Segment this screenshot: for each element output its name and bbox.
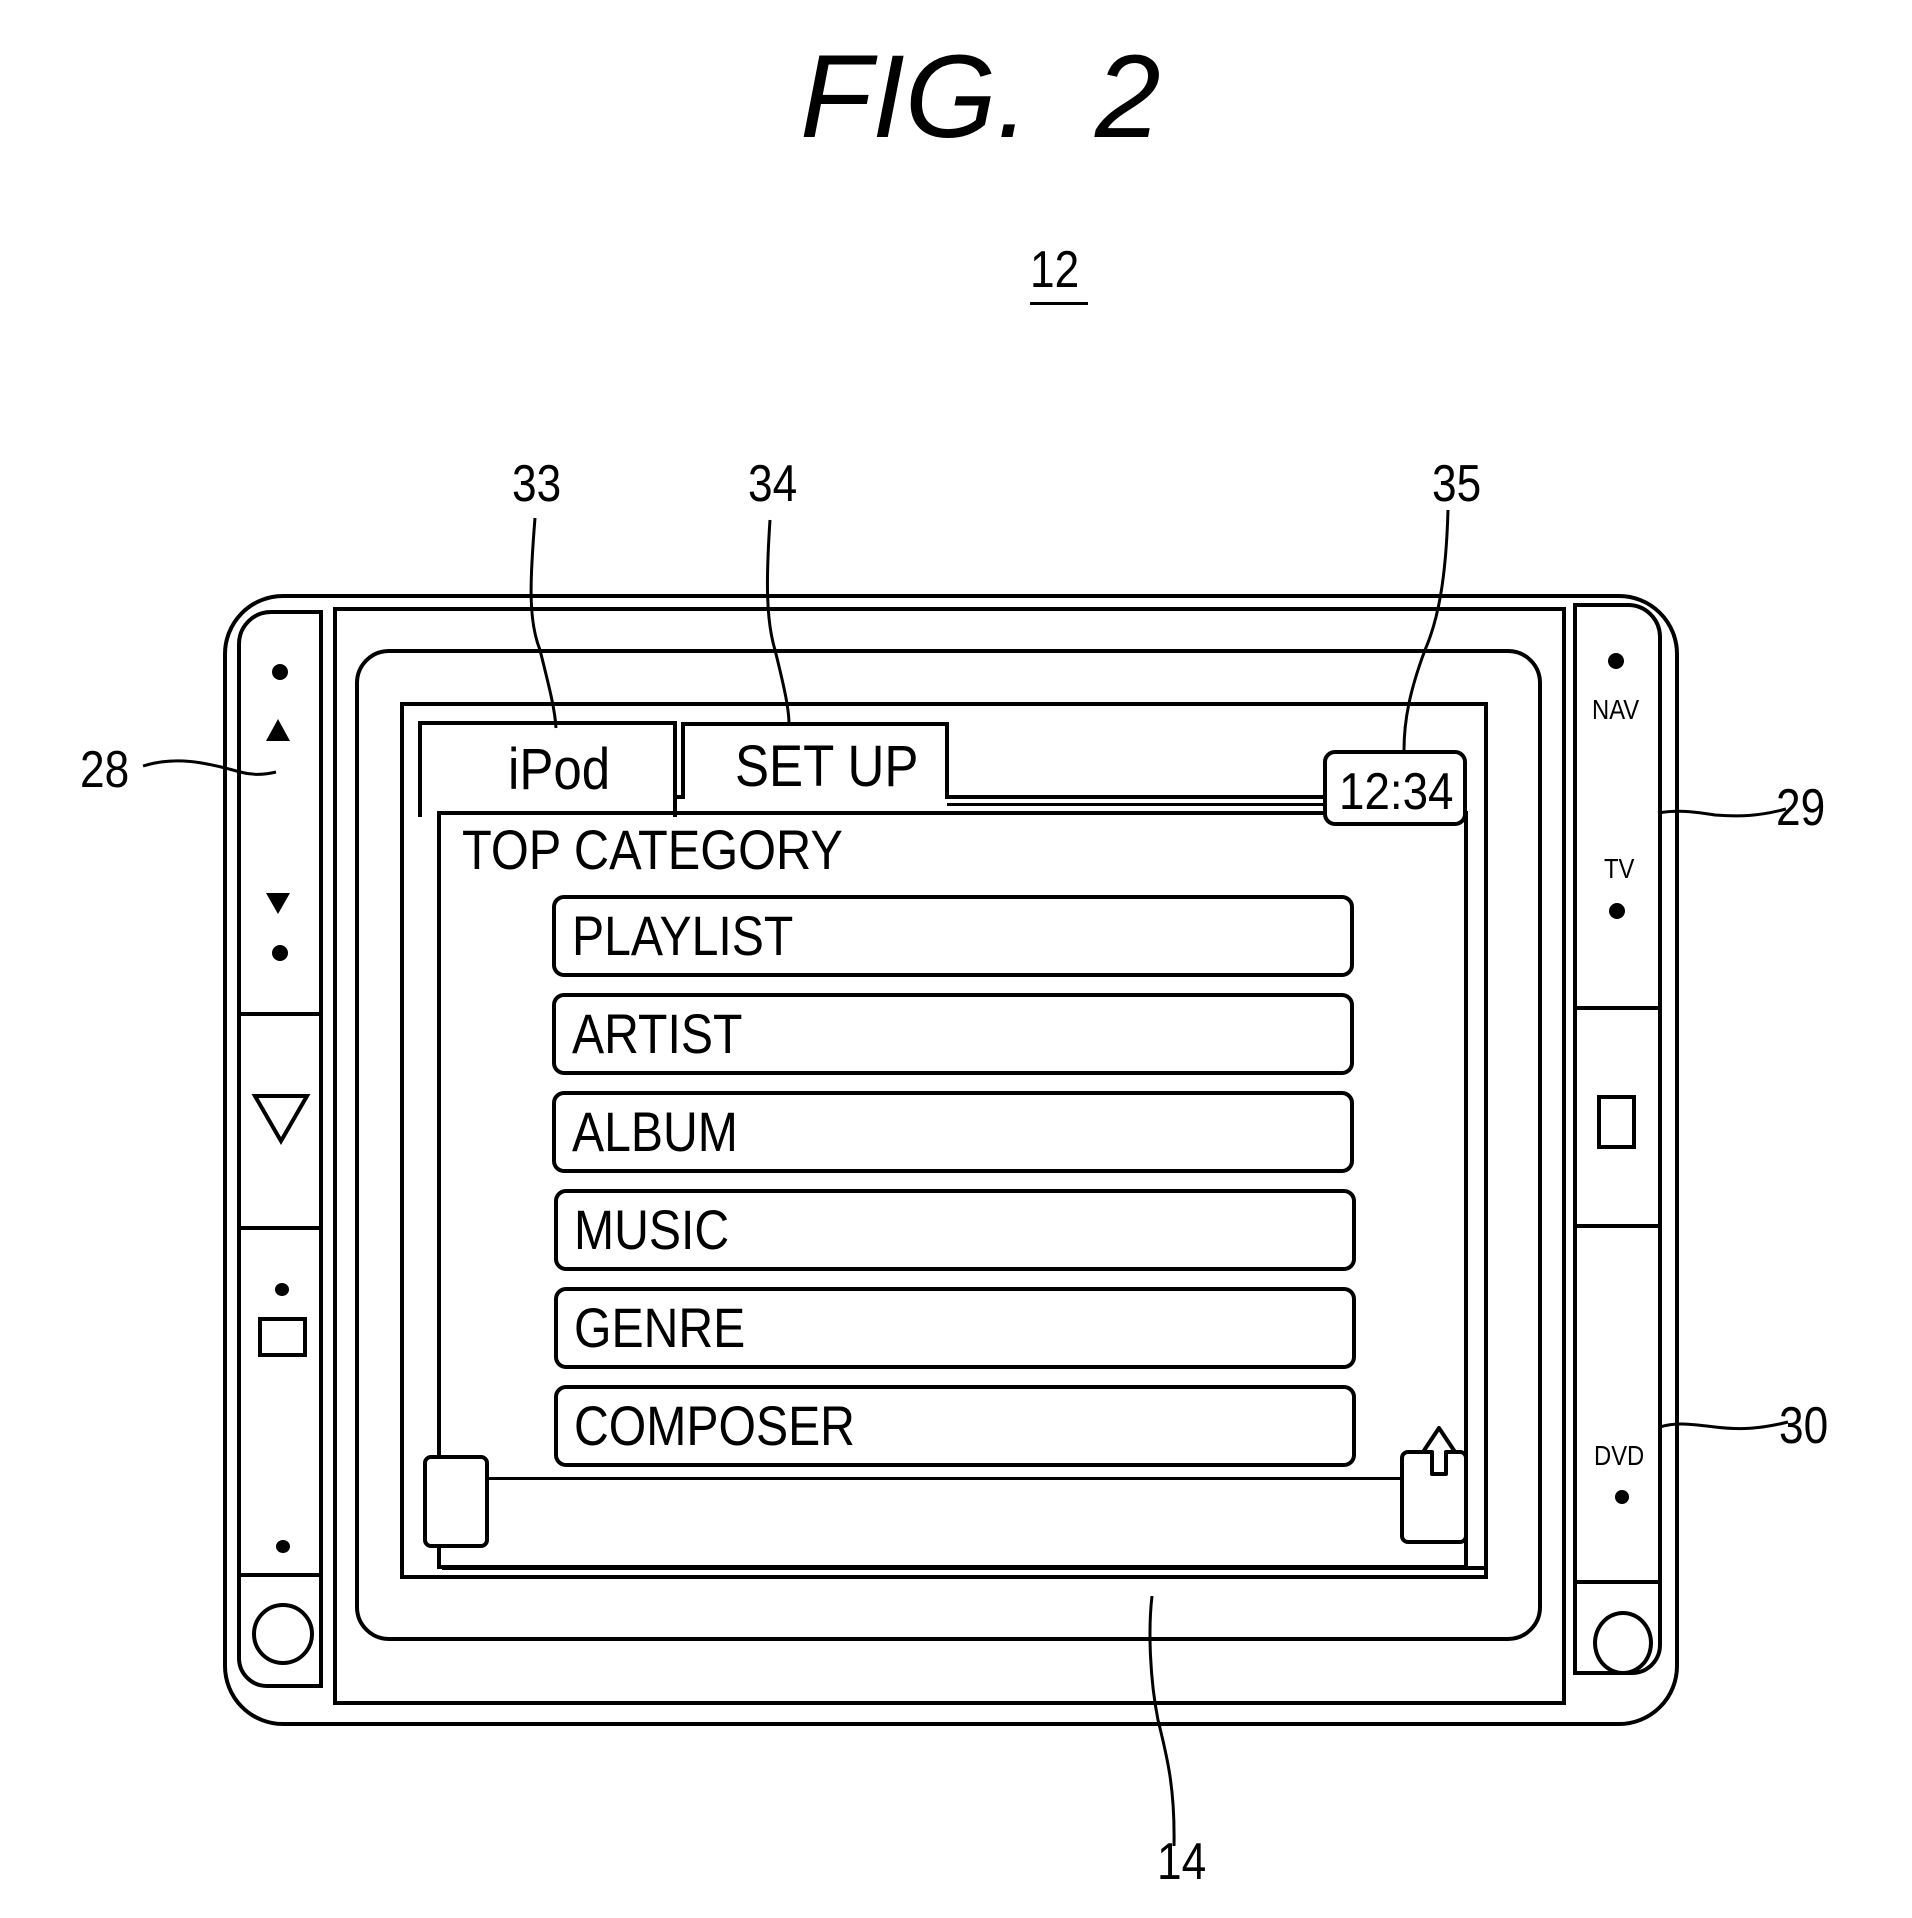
device-reference-number: 12 xyxy=(1030,241,1080,299)
clock-display: 12:34 xyxy=(1323,750,1467,826)
ref-label-35: 35 xyxy=(1432,458,1490,510)
square-icon xyxy=(258,1317,307,1357)
ref-label-30: 30 xyxy=(1779,1400,1837,1452)
ref-label-34-text: 34 xyxy=(748,455,798,513)
nav-tv-switch[interactable] xyxy=(1577,610,1657,1006)
tab-ipod[interactable]: iPod xyxy=(418,721,677,817)
indicator-dot-icon xyxy=(275,1283,289,1296)
menu-item-artist[interactable]: ARTIST xyxy=(552,993,1354,1075)
scroll-track xyxy=(488,1477,1400,1480)
dvd-label: DVD xyxy=(1594,1442,1653,1470)
indicator-dot-icon xyxy=(1615,1490,1629,1504)
content-heading: TOP CATEGORY xyxy=(462,822,900,878)
leader-line-30 xyxy=(1659,1420,1789,1431)
dvd-label-text: DVD xyxy=(1594,1440,1645,1471)
indicator-dot-icon xyxy=(1609,903,1625,919)
device-reference-label: 12 xyxy=(1030,244,1088,305)
menu-item-label: ALBUM xyxy=(572,1100,738,1163)
ref-label-35-text: 35 xyxy=(1432,455,1482,513)
menu-item-playlist[interactable]: PLAYLIST xyxy=(552,895,1354,977)
menu-item-composer[interactable]: COMPOSER xyxy=(554,1385,1356,1467)
right-panel-divider-3 xyxy=(1576,1580,1660,1584)
ref-label-30-text: 30 xyxy=(1779,1397,1829,1455)
rectangle-icon xyxy=(1597,1095,1636,1149)
menu-item-genre[interactable]: GENRE xyxy=(554,1287,1356,1369)
tab-ipod-label: iPod xyxy=(508,737,611,802)
clock-time: 12:34 xyxy=(1339,763,1454,821)
menu-item-label: COMPOSER xyxy=(574,1394,855,1457)
ref-label-34: 34 xyxy=(748,458,806,510)
left-down-button[interactable] xyxy=(241,1016,319,1226)
figure-title-text: FIG. 2 xyxy=(800,31,1161,163)
right-knob[interactable] xyxy=(1593,1611,1653,1675)
indicator-dot-icon xyxy=(272,664,288,680)
dvd-switch[interactable] xyxy=(1577,1228,1657,1580)
menu-item-music[interactable]: MUSIC xyxy=(554,1189,1356,1271)
ref-label-14: 14 xyxy=(1157,1836,1215,1888)
nav-label: NAV xyxy=(1592,696,1648,724)
ref-label-33: 33 xyxy=(512,458,570,510)
scroll-left-button[interactable] xyxy=(423,1455,489,1548)
tab-setup-left-edge xyxy=(673,790,685,799)
indicator-dot-icon xyxy=(1608,653,1624,669)
menu-item-label: MUSIC xyxy=(574,1198,730,1261)
menu-item-label: PLAYLIST xyxy=(572,904,794,967)
tab-setup[interactable]: SET UP xyxy=(681,722,949,799)
ref-label-28: 28 xyxy=(80,744,138,796)
tab-strip-baseline-inner xyxy=(947,803,1325,806)
menu-item-album[interactable]: ALBUM xyxy=(552,1091,1354,1173)
ref-label-29: 29 xyxy=(1776,782,1834,834)
tv-label: TV xyxy=(1604,855,1640,883)
ref-label-28-text: 28 xyxy=(80,741,130,799)
left-panel-divider-3 xyxy=(240,1573,322,1577)
menu-item-label: GENRE xyxy=(574,1296,746,1359)
tv-label-text: TV xyxy=(1604,853,1635,884)
menu-item-label: ARTIST xyxy=(572,1002,743,1065)
indicator-dot-icon xyxy=(272,945,288,961)
figure-title: FIG. 2 xyxy=(800,38,1161,156)
content-heading-text: TOP CATEGORY xyxy=(462,818,843,881)
ref-label-14-text: 14 xyxy=(1157,1833,1207,1891)
tab-setup-label: SET UP xyxy=(735,734,919,799)
ref-label-29-text: 29 xyxy=(1776,779,1826,837)
content-area-shadow-bottom xyxy=(442,1566,1488,1570)
left-knob[interactable] xyxy=(252,1603,314,1665)
indicator-dot-icon xyxy=(276,1540,290,1553)
ref-label-33-text: 33 xyxy=(512,455,562,513)
scroll-up-button[interactable] xyxy=(1400,1450,1468,1544)
left-square-button[interactable] xyxy=(241,1230,319,1573)
nav-label-text: NAV xyxy=(1592,694,1640,725)
